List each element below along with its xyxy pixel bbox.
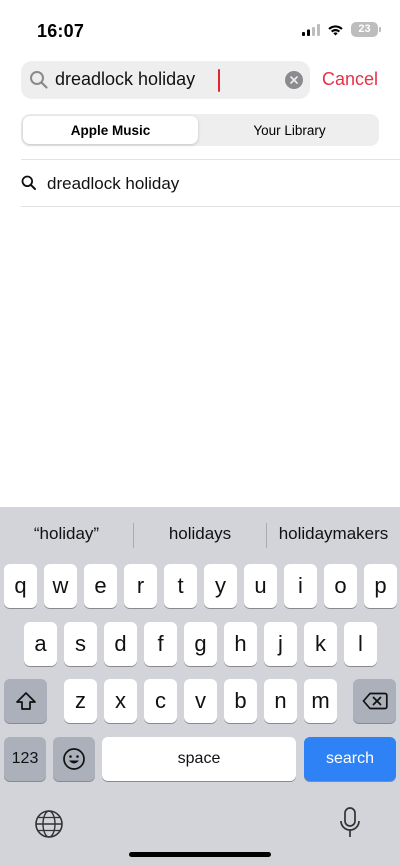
- search-query-text[interactable]: dreadlock holiday: [55, 69, 195, 90]
- clear-search-button[interactable]: [285, 71, 303, 89]
- suggestion-label: dreadlock holiday: [47, 174, 180, 193]
- shift-key[interactable]: [4, 679, 47, 723]
- key-k[interactable]: k: [304, 622, 337, 666]
- signal-icon: [302, 23, 320, 36]
- emoji-key[interactable]: [53, 737, 95, 781]
- key-u[interactable]: u: [244, 564, 277, 608]
- search-icon: [21, 175, 36, 190]
- divider: [21, 159, 400, 160]
- key-t[interactable]: t: [164, 564, 197, 608]
- key-w[interactable]: w: [44, 564, 77, 608]
- key-i[interactable]: i: [284, 564, 317, 608]
- key-e[interactable]: e: [84, 564, 117, 608]
- tab-your-library[interactable]: Your Library: [202, 116, 377, 144]
- divider: [21, 206, 400, 207]
- prediction-1[interactable]: “holiday”: [0, 507, 133, 561]
- key-a[interactable]: a: [24, 622, 57, 666]
- search-icon: [30, 71, 48, 89]
- search-suggestion-item[interactable]: dreadlock holiday: [21, 162, 400, 206]
- prediction-2[interactable]: holidays: [134, 507, 266, 561]
- key-c[interactable]: c: [144, 679, 177, 723]
- key-g[interactable]: g: [184, 622, 217, 666]
- key-x[interactable]: x: [104, 679, 137, 723]
- globe-icon[interactable]: [34, 809, 64, 839]
- key-z[interactable]: z: [64, 679, 97, 723]
- search-field[interactable]: dreadlock holiday: [21, 61, 310, 99]
- backspace-icon: [362, 692, 388, 710]
- search-key[interactable]: search: [304, 737, 396, 781]
- key-d[interactable]: d: [104, 622, 137, 666]
- scope-segmented-control: Apple Music Your Library: [21, 114, 379, 146]
- space-key[interactable]: space: [102, 737, 296, 781]
- battery-indicator: 23: [351, 22, 381, 37]
- key-p[interactable]: p: [364, 564, 397, 608]
- key-o[interactable]: o: [324, 564, 357, 608]
- key-h[interactable]: h: [224, 622, 257, 666]
- key-s[interactable]: s: [64, 622, 97, 666]
- home-indicator: [129, 852, 271, 857]
- key-l[interactable]: l: [344, 622, 377, 666]
- keyboard: “holiday” holidays holidaymakers q w e r…: [0, 507, 400, 866]
- key-b[interactable]: b: [224, 679, 257, 723]
- key-q[interactable]: q: [4, 564, 37, 608]
- status-bar: 16:07 23: [0, 0, 400, 60]
- key-r[interactable]: r: [124, 564, 157, 608]
- wifi-icon: [328, 24, 343, 35]
- key-y[interactable]: y: [204, 564, 237, 608]
- key-f[interactable]: f: [144, 622, 177, 666]
- clear-icon: [290, 76, 298, 84]
- tab-apple-music[interactable]: Apple Music: [23, 116, 198, 144]
- shift-icon: [15, 692, 36, 710]
- prediction-3[interactable]: holidaymakers: [267, 507, 400, 561]
- microphone-icon[interactable]: [339, 807, 361, 839]
- status-icons: 23: [302, 22, 381, 37]
- emoji-icon: [63, 748, 85, 770]
- key-n[interactable]: n: [264, 679, 297, 723]
- cancel-button[interactable]: Cancel: [322, 69, 378, 90]
- backspace-key[interactable]: [353, 679, 396, 723]
- key-m[interactable]: m: [304, 679, 337, 723]
- numbers-key[interactable]: 123: [4, 737, 46, 781]
- text-caret: [218, 69, 220, 92]
- key-v[interactable]: v: [184, 679, 217, 723]
- key-j[interactable]: j: [264, 622, 297, 666]
- battery-level: 23: [358, 23, 371, 35]
- status-time: 16:07: [37, 21, 85, 41]
